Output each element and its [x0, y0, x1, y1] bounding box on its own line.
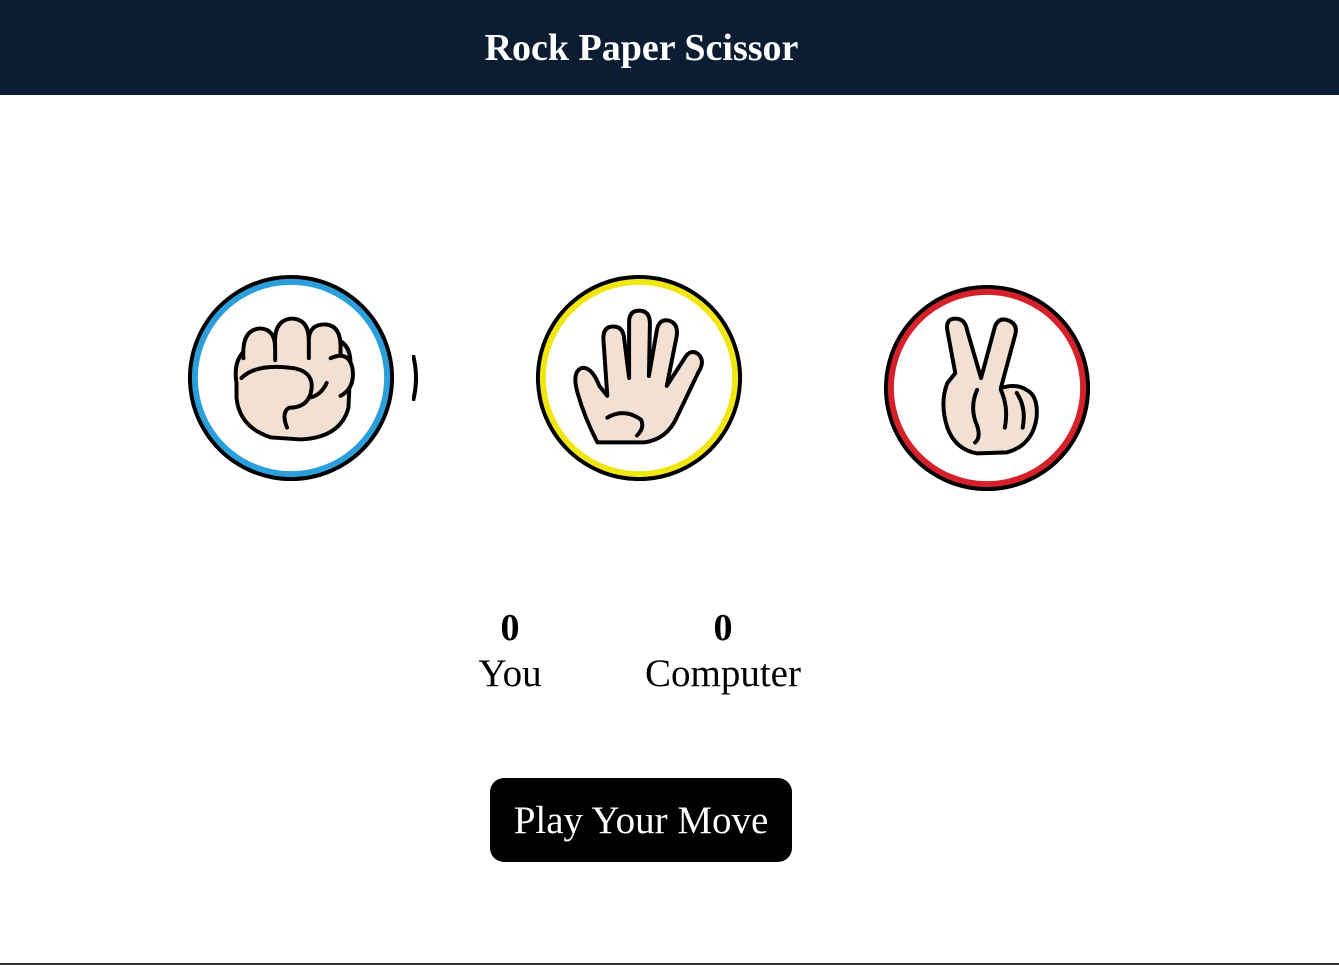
score-you-value: 0: [500, 607, 520, 649]
fist-icon: [187, 274, 395, 482]
choice-paper-button[interactable]: [530, 269, 748, 487]
play-your-move-button[interactable]: Play Your Move: [490, 778, 792, 862]
peace-sign-icon: [883, 284, 1091, 492]
score-you-label: You: [478, 652, 542, 695]
page-title: Rock Paper Scissor: [484, 26, 799, 69]
app-header: Rock Paper Scissor: [0, 0, 1339, 95]
score-computer-value: 0: [713, 607, 733, 649]
choice-rock-edge: [411, 354, 420, 402]
score-you: 0 You: [460, 606, 560, 698]
score-computer-label: Computer: [645, 652, 801, 695]
choice-rock-button[interactable]: [182, 269, 400, 487]
open-hand-icon: [535, 274, 743, 482]
score-computer: 0 Computer: [623, 606, 823, 698]
choice-scissor-button[interactable]: [878, 279, 1096, 497]
